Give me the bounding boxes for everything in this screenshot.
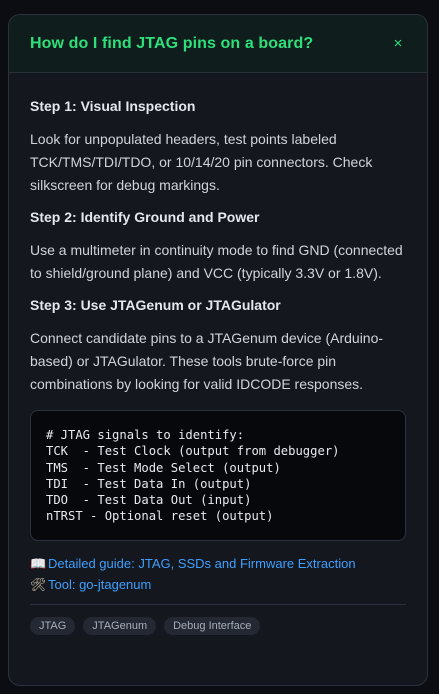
code-line: TCK - Test Clock (output from debugger) [46, 444, 340, 459]
step-1-text: Look for unpopulated headers, test point… [30, 131, 373, 193]
tool-link[interactable]: 🛠 Tool: go-jtagenum [30, 574, 406, 595]
step-2-text: Use a multimeter in continuity mode to f… [30, 242, 403, 281]
code-line: TMS - Test Mode Select (output) [46, 460, 281, 475]
divider [30, 603, 406, 605]
close-icon[interactable]: × [389, 35, 407, 53]
code-line: TDO - Test Data Out (input) [46, 493, 252, 508]
card-header: How do I find JTAG pins on a board? × [9, 15, 427, 73]
tag-jtag[interactable]: JTAG [30, 616, 76, 635]
card-body: Step 1: Visual Inspection Look for unpop… [9, 73, 427, 635]
step-2-heading: Step 2: Identify Ground and Power [30, 209, 260, 225]
code-line: # JTAG signals to identify: [46, 428, 245, 442]
tools-icon: 🛠 [30, 576, 47, 592]
faq-card: How do I find JTAG pins on a board? × St… [8, 14, 428, 686]
code-line: TDI - Test Data In (output) [46, 476, 252, 491]
guide-link[interactable]: 📖 Detailed guide: JTAG, SSDs and Firmwar… [30, 553, 406, 574]
tag-list: JTAG JTAGenum Debug Interface [30, 616, 406, 635]
book-icon: 📖 [30, 555, 47, 571]
code-line: nTRST - Optional reset (output) [46, 509, 274, 524]
step-3-text: Connect candidate pins to a JTAGenum dev… [30, 330, 384, 392]
step-3-heading: Step 3: Use JTAGenum or JTAGulator [30, 297, 281, 313]
tag-debug-interface[interactable]: Debug Interface [164, 616, 261, 635]
step-1-heading: Step 1: Visual Inspection [30, 98, 196, 114]
tag-jtagenum[interactable]: JTAGenum [83, 616, 157, 635]
card-title: How do I find JTAG pins on a board? [30, 34, 314, 52]
code-block: # JTAG signals to identify: TCK - Test Cl… [30, 410, 406, 541]
resource-links: 📖 Detailed guide: JTAG, SSDs and Firmwar… [30, 553, 406, 595]
tool-link-label[interactable]: Tool: go-jtagenum [48, 574, 151, 595]
guide-link-label[interactable]: Detailed guide: JTAG, SSDs and Firmware … [48, 553, 356, 574]
